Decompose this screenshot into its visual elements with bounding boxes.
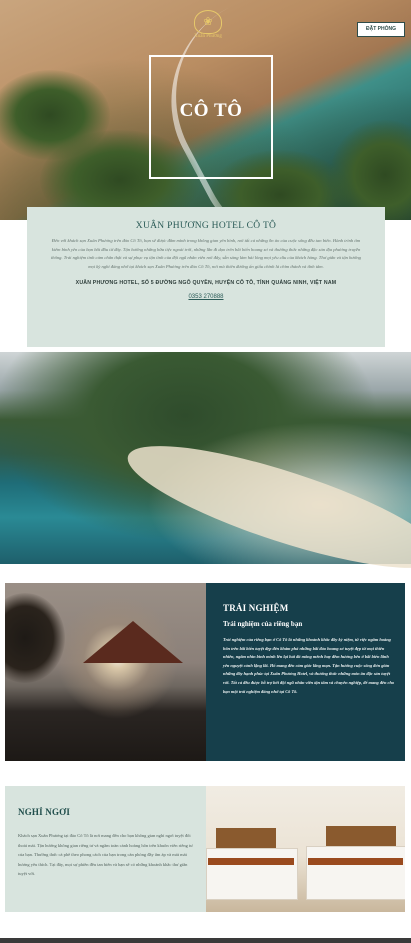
logo-emblem-icon: ❀ bbox=[194, 10, 222, 34]
island-photo bbox=[0, 352, 411, 592]
beach-shoreline bbox=[117, 422, 411, 592]
experience-section: TRẢI NGHIỆM Trải nghiệm của riêng bạn Tr… bbox=[5, 583, 405, 761]
tree-silhouette bbox=[5, 593, 65, 683]
experience-subtitle: Trải nghiệm của riêng bạn bbox=[223, 620, 303, 628]
book-room-button[interactable]: ĐẶT PHÒNG bbox=[357, 22, 405, 37]
experience-body: Trải nghiệm của riêng bạn ở Cô Tô là nhữ… bbox=[223, 637, 395, 694]
experience-text: TRẢI NGHIỆM Trải nghiệm của riêng bạn Tr… bbox=[223, 603, 395, 696]
logo-text: Xuân Phương bbox=[194, 34, 222, 39]
hotel-name-heading: XUÂN PHƯƠNG HOTEL CÔ TÔ bbox=[135, 221, 277, 231]
beach-umbrella bbox=[83, 621, 183, 663]
rest-body: Khách sạn Xuân Phương tại đảo Cô Tô là n… bbox=[18, 833, 193, 877]
hotel-room-photo bbox=[206, 786, 405, 912]
bed-runner bbox=[208, 858, 294, 865]
rest-section: NGHỈ NGƠI Khách sạn Xuân Phương tại đảo … bbox=[5, 786, 405, 912]
experience-title: TRẢI NGHIỆM bbox=[223, 603, 289, 613]
hotel-info-card: XUÂN PHƯƠNG HOTEL CÔ TÔ Đến với khách sạ… bbox=[27, 207, 385, 347]
hero-title: CÔ TÔ bbox=[179, 100, 243, 121]
sunset-beach-photo bbox=[5, 583, 206, 761]
bed bbox=[306, 846, 405, 900]
hotel-address: XUÂN PHƯƠNG HOTEL, SỐ 5 ĐƯỜNG NGÔ QUYỀN,… bbox=[75, 280, 337, 287]
bed-runner bbox=[308, 858, 403, 865]
hero-banner: ❀ Xuân Phương ĐẶT PHÒNG CÔ TÔ bbox=[0, 0, 411, 220]
hotel-description: Đến với khách sạn Xuân Phương trên đảo C… bbox=[51, 238, 361, 269]
rest-text: NGHỈ NGƠI Khách sạn Xuân Phương tại đảo … bbox=[18, 807, 196, 879]
footer-bar bbox=[0, 938, 411, 943]
hotel-logo[interactable]: ❀ Xuân Phương bbox=[189, 10, 227, 39]
hotel-phone-link[interactable]: 0353 270888 bbox=[27, 294, 385, 300]
rest-title: NGHỈ NGƠI bbox=[18, 807, 71, 817]
bed bbox=[206, 848, 298, 900]
